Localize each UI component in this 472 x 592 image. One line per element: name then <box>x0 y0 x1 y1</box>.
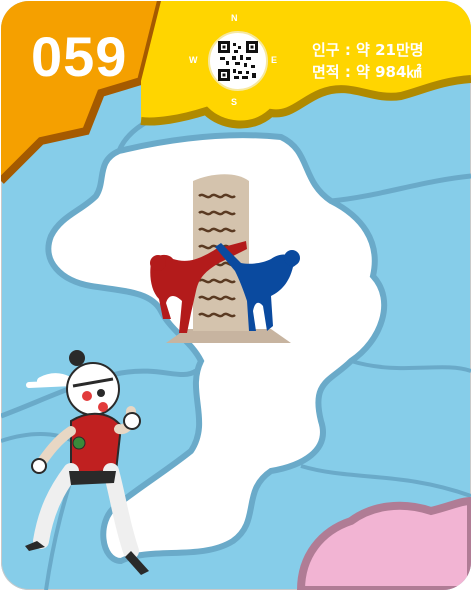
border-line <box>300 464 471 498</box>
compass-south: S <box>231 97 238 107</box>
qr-code-graphic <box>218 41 258 81</box>
border-line <box>330 173 471 204</box>
fighting-mascot-character <box>25 350 149 575</box>
compass-west: W <box>189 55 198 65</box>
border-line <box>350 359 471 373</box>
compass-north: N <box>231 13 238 23</box>
region-number: 059 <box>31 25 128 88</box>
qr-code-icon[interactable] <box>208 31 268 91</box>
compass-east: E <box>271 55 278 65</box>
neighbor-region-pink <box>296 496 471 590</box>
area-label: 면적 : 약 984㎢ <box>312 63 422 81</box>
population-label: 인구 : 약 21만명 <box>312 41 424 59</box>
region-card: 059 N S E W 인구 : 약 21만명 면적 : 약 984㎢ <box>1 1 471 590</box>
